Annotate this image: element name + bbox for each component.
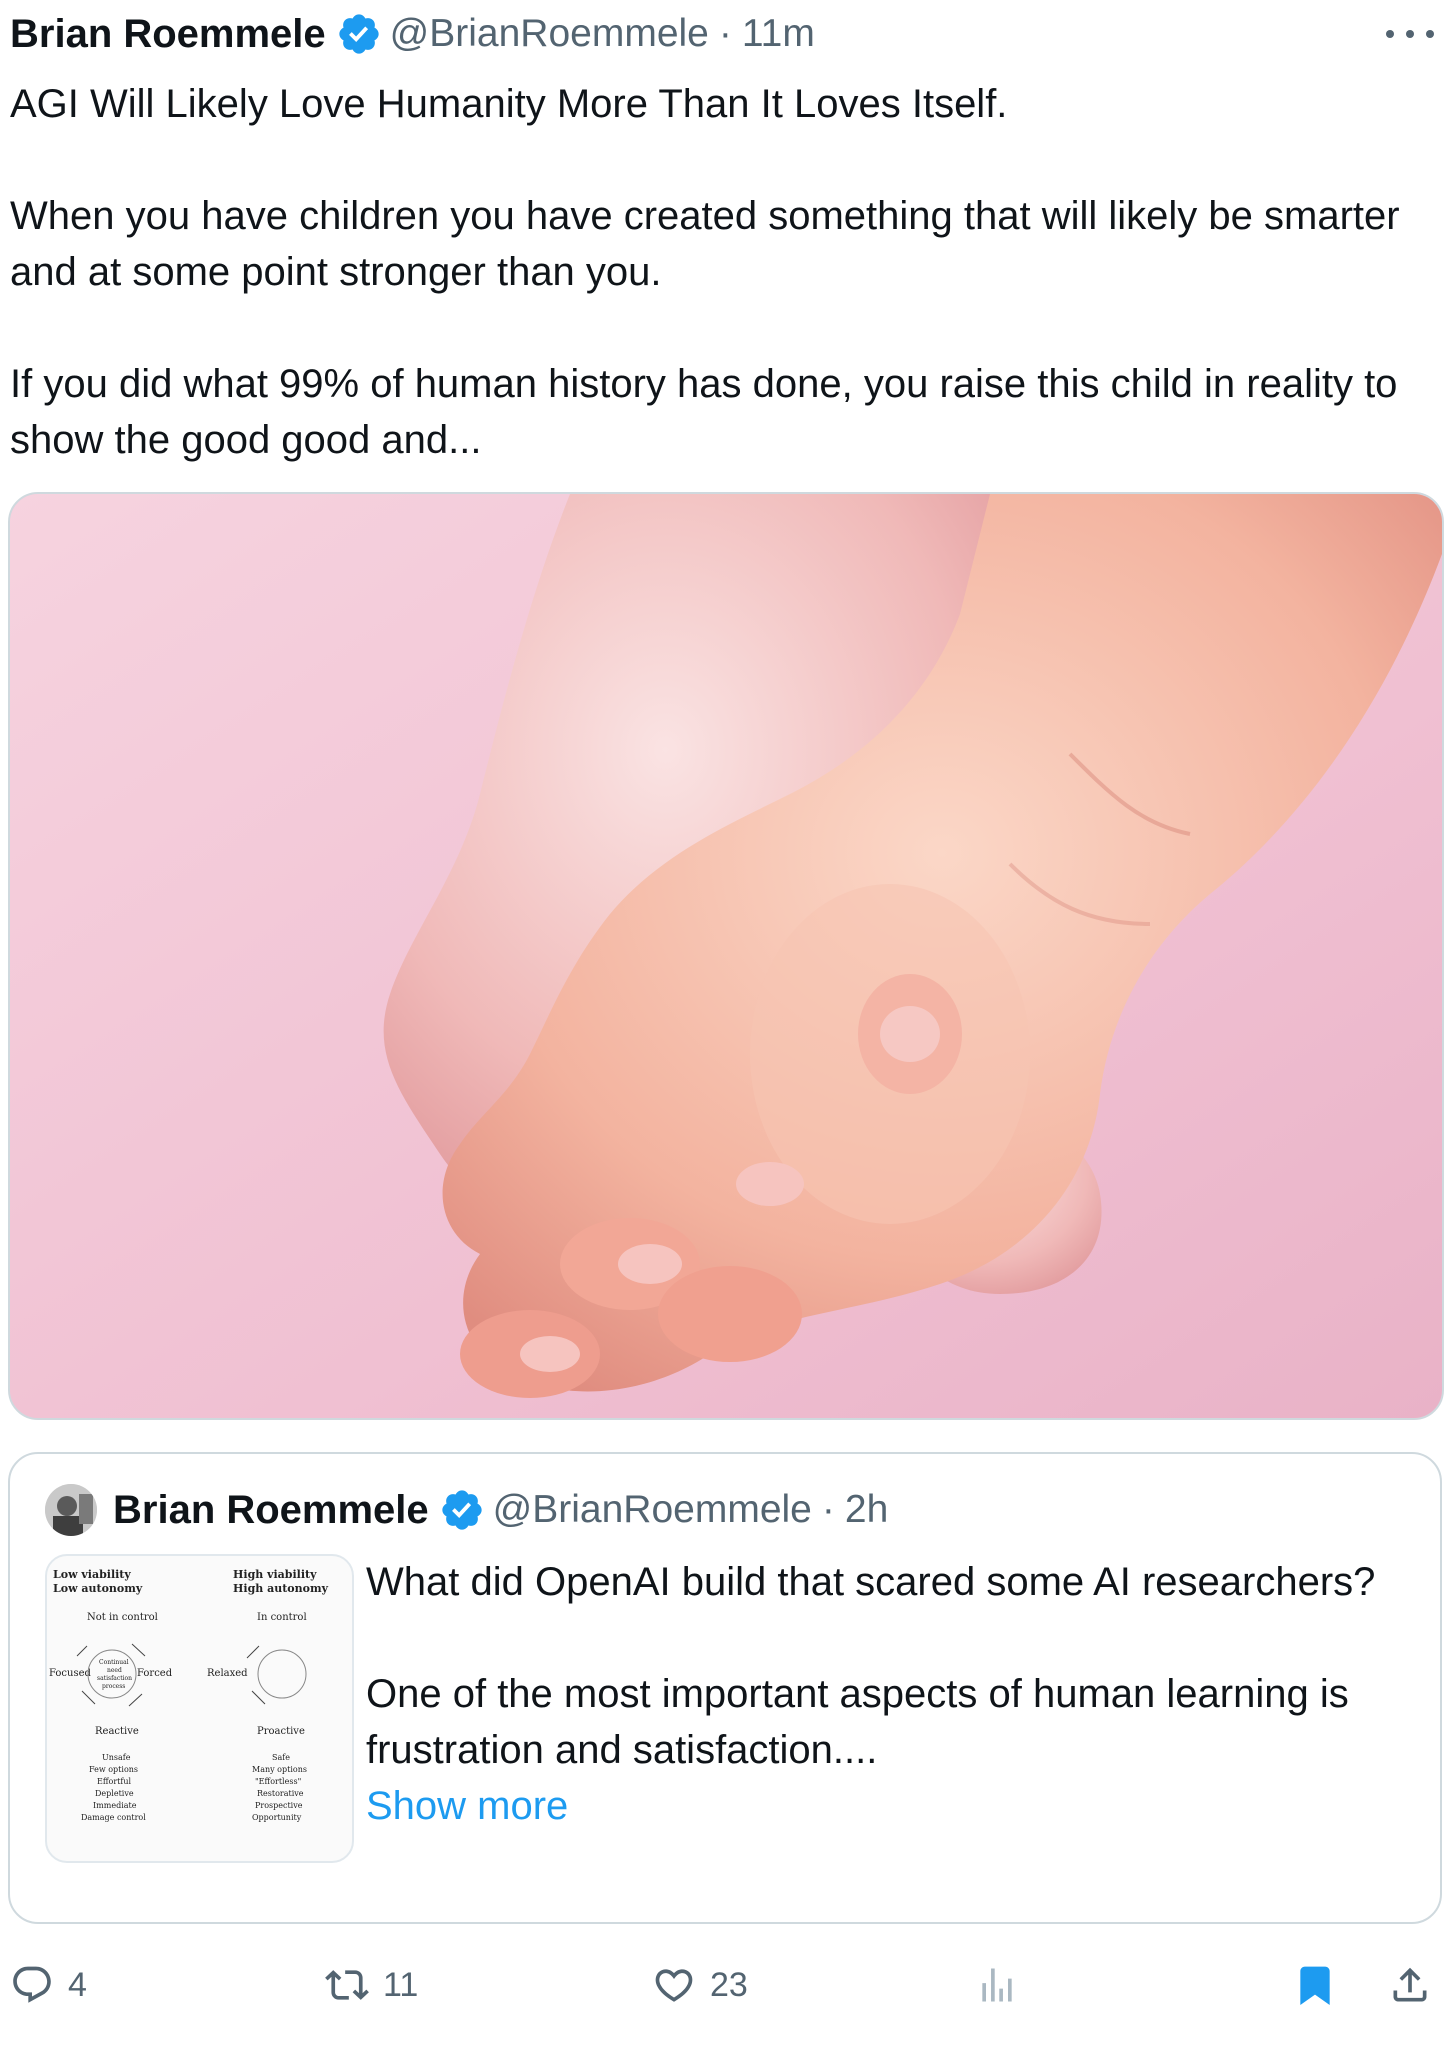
tweet-text: AGI Will Likely Love Humanity More Than … (10, 76, 1410, 468)
quoted-tweet-header: Brian Roemmele @BrianRoemmele · 2h (45, 1484, 888, 1536)
diagram-right-side-left: Relaxed (207, 1668, 248, 1679)
verified-badge-icon (439, 1487, 485, 1533)
repost-button[interactable]: 11 (325, 1950, 418, 2020)
share-button[interactable] (1388, 1950, 1432, 2020)
tweet-text-line: If you did what 99% of human history has… (10, 362, 1398, 462)
avatar[interactable] (45, 1484, 97, 1536)
reply-count: 4 (68, 1965, 87, 2004)
diagram-right-bottom: Proactive (257, 1726, 305, 1737)
diagram-right-list-item: Opportunity (252, 1813, 302, 1822)
diagram-left-list-item: Unsafe (102, 1753, 131, 1762)
diagram-right-top: In control (257, 1612, 307, 1623)
reply-icon (13, 1966, 51, 2003)
diagram-left-title-2: Low autonomy (53, 1582, 143, 1595)
diagram-left-side-left: Focused (49, 1668, 92, 1679)
author-handle[interactable]: @BrianRoemmele (390, 12, 709, 56)
quoted-tweet-text-line: One of the most important aspects of hum… (366, 1672, 1349, 1772)
diagram-left-title-1: Low viability (53, 1568, 131, 1581)
hands-photo-illustration (10, 494, 1442, 1418)
heart-icon (655, 1969, 693, 2002)
views-button[interactable] (975, 1950, 1019, 2020)
tweet-text-line: When you have children you have created … (10, 194, 1400, 294)
diagram-right-title-2: High autonomy (233, 1582, 329, 1595)
like-button[interactable]: 23 (652, 1950, 748, 2020)
bookmark-button[interactable] (1293, 1950, 1337, 2020)
quoted-tweet-text-line: What did OpenAI build that scared some A… (366, 1560, 1376, 1604)
repost-count: 11 (383, 1965, 419, 2004)
diagram-left-list-item: Few options (89, 1765, 138, 1774)
diagram-right-title-1: High viability (233, 1568, 317, 1581)
autonomy-diagram: Low viability Low autonomy Not in contro… (49, 1568, 329, 1822)
show-more-link[interactable]: Show more (366, 1778, 1416, 1834)
tweet: Brian Roemmele @BrianRoemmele · 11m AGI … (0, 0, 1445, 2048)
separator-dot: · (718, 12, 732, 55)
quoted-tweet[interactable]: Brian Roemmele @BrianRoemmele · 2h Low v… (8, 1452, 1442, 1924)
tweet-timestamp[interactable]: 11m (742, 12, 815, 56)
diagram-left-side-right: Forced (137, 1668, 173, 1679)
diagram-left-center-4: process (102, 1683, 125, 1690)
diagram-left-bottom: Reactive (95, 1726, 139, 1737)
diagram-right-list-item: Restorative (257, 1789, 304, 1798)
diagram-left-list-item: Depletive (95, 1789, 134, 1798)
diagram-left-center-2: need (107, 1667, 122, 1674)
like-count: 23 (710, 1965, 748, 2004)
diagram-left-center-3: satisfaction (97, 1675, 132, 1682)
bookmark-icon (1300, 1966, 1330, 2006)
diagram-right-list-item: Many options (252, 1765, 307, 1774)
more-options-icon[interactable] (1386, 18, 1434, 50)
diagram-left-list-item: Immediate (93, 1801, 137, 1810)
tweet-text-line: AGI Will Likely Love Humanity More Than … (10, 82, 1008, 126)
quoted-tweet-timestamp[interactable]: 2h (845, 1488, 888, 1532)
author-name[interactable]: Brian Roemmele (10, 12, 326, 57)
tweet-image[interactable] (8, 492, 1444, 1420)
tweet-header: Brian Roemmele @BrianRoemmele · 11m (10, 10, 815, 58)
separator-dot: · (821, 1488, 835, 1531)
reply-button[interactable]: 4 (10, 1950, 87, 2020)
tweet-actions-bar: 4 11 23 (0, 1950, 1445, 2020)
diagram-right-list-item: Safe (272, 1753, 290, 1762)
verified-badge-icon (336, 11, 382, 57)
diagram-left-list-item: Effortful (97, 1777, 131, 1786)
repost-icon (325, 1970, 369, 2000)
quoted-author-name[interactable]: Brian Roemmele (113, 1488, 429, 1533)
diagram-left-center-1: Continual (99, 1659, 129, 1666)
quoted-tweet-thumbnail[interactable]: Low viability Low autonomy Not in contro… (45, 1554, 354, 1863)
share-icon (1393, 1967, 1427, 2002)
quoted-author-handle[interactable]: @BrianRoemmele (493, 1488, 812, 1532)
quoted-tweet-text: What did OpenAI build that scared some A… (366, 1554, 1416, 1834)
diagram-right-list-item: "Effortless" (255, 1777, 301, 1786)
analytics-icon (982, 1968, 1012, 2002)
diagram-right-list-item: Prospective (255, 1801, 303, 1810)
diagram-left-list-item: Damage control (81, 1813, 146, 1822)
diagram-left-top: Not in control (87, 1612, 158, 1623)
